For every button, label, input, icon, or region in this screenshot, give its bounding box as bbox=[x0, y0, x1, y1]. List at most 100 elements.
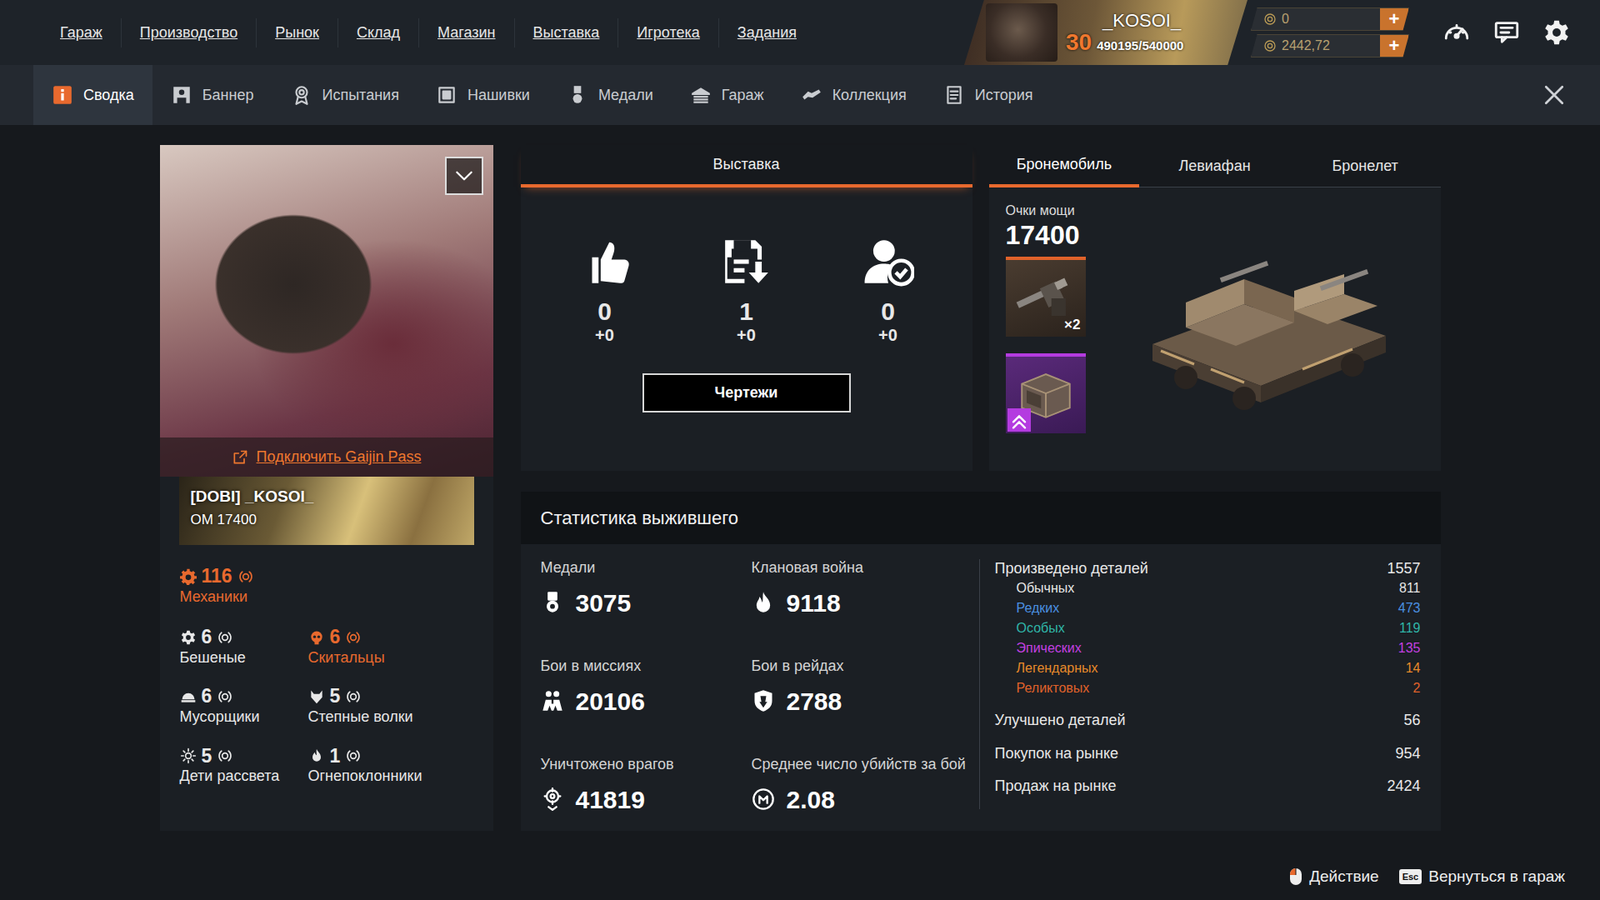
laurel-icon bbox=[345, 688, 362, 705]
laurel-icon bbox=[216, 688, 234, 705]
stat-label: Медали bbox=[540, 559, 752, 578]
laurel-icon bbox=[216, 747, 234, 765]
profile-tab[interactable]: Гараж bbox=[671, 65, 783, 125]
stat-value: 41819 bbox=[575, 780, 645, 819]
profile-tab-label: Сводка bbox=[83, 84, 135, 107]
medal-icon bbox=[540, 590, 565, 615]
nav-item[interactable]: Магазин bbox=[418, 18, 514, 48]
avatar-dropdown[interactable] bbox=[445, 156, 484, 195]
target-icon bbox=[540, 787, 565, 811]
part-thumbnail[interactable]: ×2 bbox=[1005, 256, 1086, 337]
faction-value-row: 1 bbox=[308, 745, 474, 769]
nav-item[interactable]: Задания bbox=[718, 18, 815, 48]
likes-icon bbox=[579, 235, 631, 288]
rarity-value: 811 bbox=[1399, 578, 1421, 599]
vehicle-tab[interactable]: Бронелет bbox=[1290, 145, 1441, 188]
profile-tab[interactable]: Нашивки bbox=[417, 65, 549, 125]
nav-item[interactable]: Гараж bbox=[41, 18, 121, 48]
vehicle-preview[interactable] bbox=[1105, 200, 1425, 471]
nav-item[interactable]: Игротека bbox=[617, 18, 718, 48]
faction-level: 6 bbox=[201, 685, 213, 709]
stat-item: Бои в миссиях 20106 bbox=[540, 657, 752, 756]
rarity-label: Особых bbox=[1016, 618, 1065, 639]
player-badge[interactable]: _KOSOI_30490195/540000 bbox=[964, 0, 1248, 65]
stats-title: Статистика выжившего bbox=[520, 491, 1441, 545]
other-stat-value: 2424 bbox=[1386, 775, 1420, 797]
nav-item[interactable]: Выставка bbox=[514, 18, 619, 48]
stats-grid: Медали3075Клановая война9118Бои в миссия… bbox=[540, 559, 973, 855]
speedometer-icon[interactable] bbox=[1442, 18, 1471, 47]
stat-label: Бои в миссиях bbox=[540, 657, 752, 676]
stat-label: Уничтожено врагов bbox=[540, 755, 752, 775]
sun-icon bbox=[180, 747, 197, 765]
currencies: 0+2442,72+ bbox=[1250, 7, 1410, 58]
nav-item[interactable]: Рынок bbox=[255, 18, 338, 48]
rarity-value: 473 bbox=[1398, 598, 1421, 619]
power-label: Очки мощи bbox=[1005, 200, 1090, 221]
top-panels: Выставка0+01+00+0ЧертежиБронемобильЛевиа… bbox=[520, 145, 1441, 471]
faction-item: 5Дети рассвета bbox=[180, 745, 309, 786]
rarity-label: Эпических bbox=[1016, 638, 1082, 659]
avatar-image: Подключить Gaijin Pass bbox=[160, 145, 494, 477]
trials-icon bbox=[290, 84, 313, 106]
profile-tab[interactable]: История bbox=[925, 65, 1052, 125]
stats-divider bbox=[979, 559, 980, 810]
close-icon[interactable] bbox=[1543, 84, 1565, 106]
top-bar: ГаражПроизводствоРынокСкладМагазинВыстав… bbox=[0, 0, 1600, 65]
info-icon bbox=[51, 84, 74, 106]
profile-tab[interactable]: Испытания bbox=[272, 65, 418, 125]
part-thumbnail[interactable] bbox=[1005, 353, 1086, 434]
gear-icon[interactable] bbox=[1542, 18, 1571, 47]
users-icon bbox=[862, 235, 915, 288]
back-hint[interactable]: EscВернуться в гараж bbox=[1399, 865, 1565, 890]
stat-value-row: 9118 bbox=[751, 584, 973, 622]
stat-label: Бои в рейдах bbox=[751, 657, 973, 676]
stat-item: Уничтожено врагов 41819 bbox=[540, 755, 752, 855]
other-stat-value: 954 bbox=[1395, 743, 1420, 765]
rarity-row: Обычных811 bbox=[995, 578, 1421, 599]
nav-item[interactable]: Производство bbox=[120, 18, 256, 48]
exhibition-delta: +0 bbox=[878, 325, 898, 345]
raid-icon bbox=[751, 689, 775, 713]
exhibition-header[interactable]: Выставка bbox=[520, 145, 973, 188]
vehicle-tab[interactable]: Бронемобиль bbox=[989, 145, 1140, 188]
vehicle-tab[interactable]: Левиафан bbox=[1139, 145, 1290, 188]
rarity-label: Реликтовых bbox=[1016, 678, 1090, 699]
stat-value-row: 2.08 bbox=[751, 780, 973, 819]
profile-tab[interactable]: Баннер bbox=[152, 65, 273, 125]
skull-icon bbox=[308, 629, 325, 646]
produced-label: Произведено деталей bbox=[995, 559, 1149, 579]
add-currency-button[interactable]: + bbox=[1380, 8, 1409, 30]
rarity-label: Редких bbox=[1016, 598, 1060, 619]
action-hint[interactable]: Действие bbox=[1289, 865, 1380, 890]
top-right: _KOSOI_30490195/540000 0+2442,72+ bbox=[964, 0, 1600, 65]
chat-icon[interactable] bbox=[1492, 18, 1521, 47]
faction-level: 5 bbox=[330, 685, 341, 709]
add-currency-button[interactable]: + bbox=[1380, 35, 1409, 57]
footer-hints: Действие EscВернуться в гараж bbox=[0, 853, 1600, 900]
profile-tab[interactable]: Медали bbox=[548, 65, 672, 125]
profile-tab[interactable]: Сводка bbox=[33, 65, 153, 125]
collection-icon bbox=[800, 84, 823, 106]
rarity-value: 135 bbox=[1398, 638, 1421, 659]
other-stat-row: Покупок на рынке954 bbox=[995, 743, 1421, 765]
other-stat-label: Улучшено деталей bbox=[995, 710, 1126, 731]
player-info: _KOSOI_30490195/540000 bbox=[1065, 10, 1184, 55]
vehicle-body: Очки мощи17400×2 bbox=[989, 187, 1441, 471]
action-label: Действие bbox=[1309, 865, 1380, 890]
nav-item[interactable]: Склад bbox=[337, 18, 419, 48]
profile-tab-label: Баннер bbox=[202, 84, 255, 107]
vehicle-panel: БронемобильЛевиафанБронелетОчки мощи1740… bbox=[989, 145, 1441, 471]
gaijin-pass-link[interactable]: Подключить Gaijin Pass bbox=[160, 437, 494, 477]
faction-name: Скитальцы bbox=[308, 649, 474, 668]
faction-grid: 6Бешеные6Скитальцы6Мусорщики5Степные вол… bbox=[180, 625, 474, 786]
faction-level: 6 bbox=[330, 625, 341, 650]
stat-value: 20106 bbox=[575, 682, 645, 720]
profile-tab[interactable]: Коллекция bbox=[782, 65, 925, 125]
blueprints-button[interactable]: Чертежи bbox=[642, 373, 851, 413]
factions: 116Механики6Бешеные6Скитальцы6Мусорщики5… bbox=[160, 545, 494, 795]
faction-item: 6Скитальцы bbox=[308, 625, 474, 667]
laurel-icon bbox=[345, 747, 362, 765]
player-name: _KOSOI_ bbox=[1065, 10, 1184, 30]
faction-value-row: 6 bbox=[308, 625, 474, 650]
